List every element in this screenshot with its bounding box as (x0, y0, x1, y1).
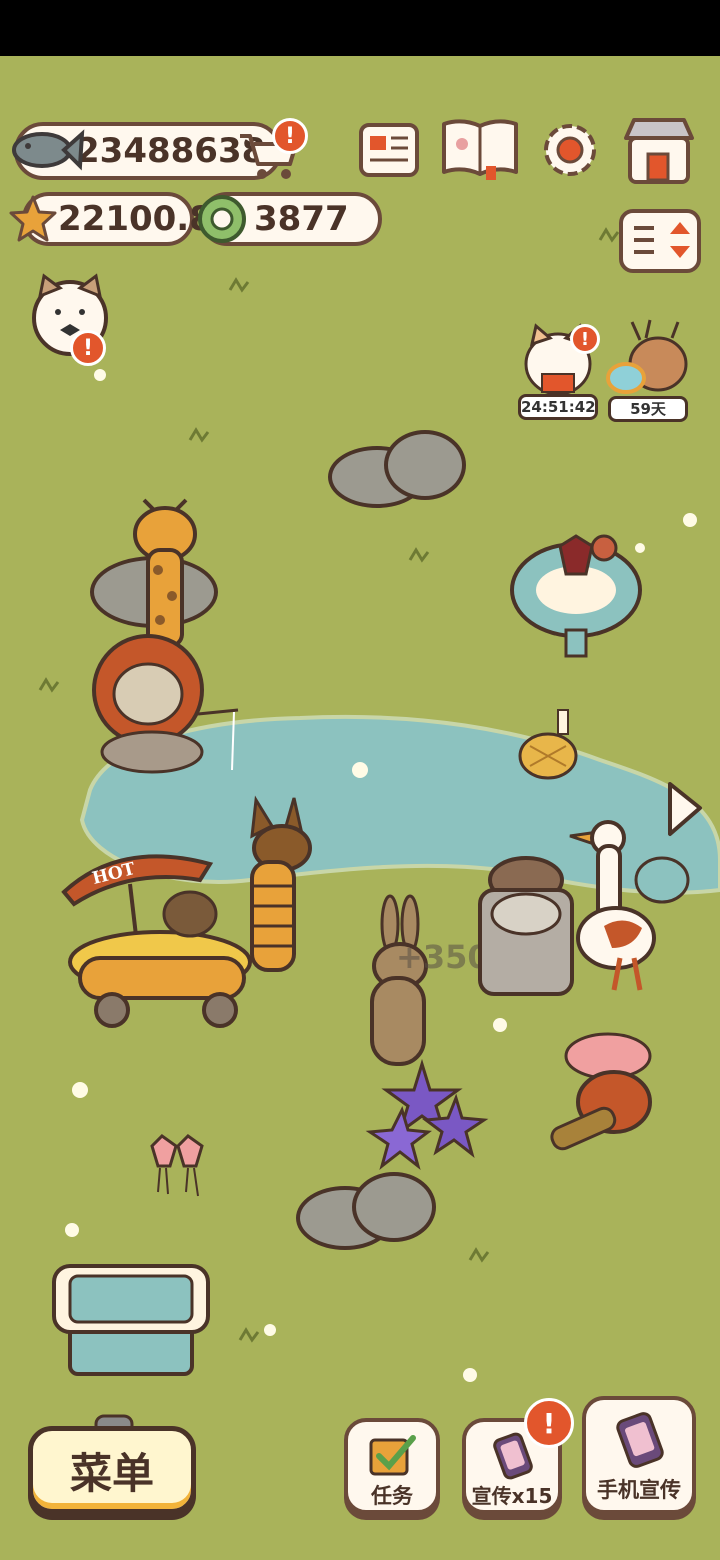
cart-alert-badge: ! (272, 118, 308, 154)
lucky-cat-alert-badge: ! (570, 324, 600, 354)
phone-promote-button-label: 手机宣传 (597, 1478, 681, 1502)
coin-icon (198, 195, 246, 243)
star-currency-value: 22100.8 (58, 199, 213, 239)
phone-promo-icon (493, 1432, 533, 1480)
goose-character[interactable] (564, 818, 694, 994)
newspaper-icon[interactable] (358, 122, 420, 180)
phone-promote-button[interactable]: 手机宣传 (582, 1396, 696, 1514)
deer-event-icon[interactable] (606, 319, 696, 398)
rabbit-character[interactable] (360, 894, 440, 1070)
coin-currency-value: 3877 (254, 199, 349, 239)
pink-squid[interactable] (148, 1132, 220, 1204)
menu-button-label: 菜单 (69, 1448, 154, 1498)
lucky-cat-timer: 24:51:42 (518, 394, 598, 420)
book-icon[interactable] (440, 116, 520, 182)
fish-icon (12, 129, 85, 171)
checklist-icon (369, 1435, 416, 1476)
rock (384, 430, 466, 500)
tasks-button[interactable]: 任务 (344, 1418, 440, 1514)
purple-starfish-cluster[interactable] (365, 1058, 492, 1176)
settings-gear-icon[interactable] (538, 118, 602, 182)
tasks-button-label: 任务 (371, 1484, 413, 1508)
phone-promo-icon (616, 1412, 664, 1468)
menu-button[interactable]: 菜单 (28, 1426, 196, 1514)
lion-costume-cat-character[interactable] (78, 634, 248, 774)
butler-alert-badge: ! (70, 330, 106, 366)
promote-alert-badge: ! (524, 1398, 574, 1448)
promote-button-label: 宣传x15 (471, 1484, 553, 1508)
shrimp-and-logs[interactable] (546, 1032, 662, 1156)
shop-icon[interactable] (620, 116, 698, 186)
deer-event-days: 59天 (608, 396, 688, 422)
mushroom-table[interactable] (506, 534, 646, 664)
star-icon (9, 195, 57, 242)
rock (352, 1172, 436, 1242)
sort-toggle-icon[interactable] (618, 208, 702, 276)
water-tub[interactable] (50, 1256, 212, 1380)
giraffe-character[interactable] (120, 498, 210, 650)
floating-waffle[interactable] (518, 706, 582, 782)
jackal-character[interactable] (236, 795, 322, 976)
